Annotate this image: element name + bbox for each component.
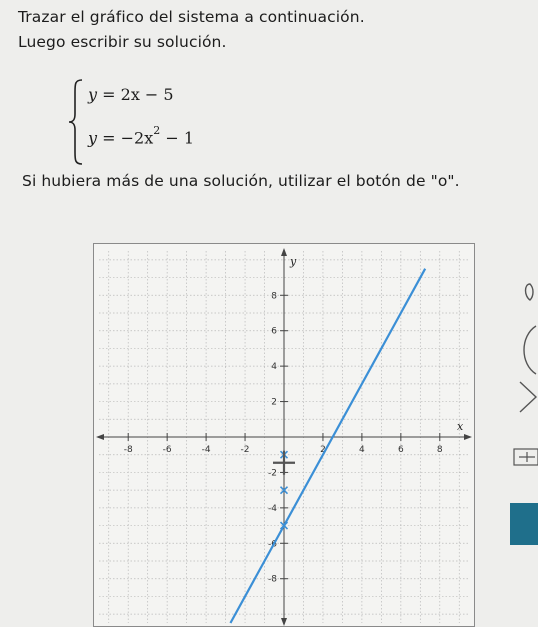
y-tick-label: 2 [271,398,277,408]
equation-1-lhs: y [88,85,98,104]
parabola-tool-icon[interactable] [508,322,538,378]
equation-2-lhs: y [88,128,98,148]
y-axis-label: y [289,255,297,268]
y-tick-label: -2 [268,468,277,478]
y-tick-label: -8 [268,575,277,585]
brace-icon [68,79,83,165]
point-tool-icon[interactable] [508,278,538,306]
instruction-line-3: Si hubiera más de una solución, utilizar… [22,172,460,190]
graph-area[interactable]: -8 -6 -4 -2 2 4 6 8 8 6 4 2 -2 -4 -6 -8 x y [93,243,475,627]
equation-system: y = 2x − 5 y = −2x2 − 1 [68,78,228,166]
instruction-line-1: Trazar el gráfico del sistema a continua… [18,8,365,26]
x-tick-label: -4 [202,445,211,455]
move-tool-icon[interactable] [510,447,538,467]
y-tick-label: 8 [271,291,277,301]
x-tick-label: 6 [398,445,404,455]
angle-tool-icon[interactable] [508,378,538,416]
x-tick-label: 4 [359,445,365,455]
x-tick-label: 8 [437,445,443,455]
y-tick-label: -4 [268,504,277,514]
equation-2-rhs-b: − 1 [160,128,195,148]
y-tick-label: 4 [271,362,277,372]
equation-1-rhs: = 2x − 5 [102,85,174,104]
equation-2-rhs-a: = −2x [102,128,154,148]
active-tool-button[interactable] [510,503,538,545]
equation-2-exponent: 2 [153,124,161,137]
instruction-line-2: Luego escribir su solución. [18,33,227,51]
coordinate-plane[interactable]: -8 -6 -4 -2 2 4 6 88642-2-4-6-8xy [93,243,475,627]
x-tick-label: -8 [124,445,133,455]
equation-2: y = −2x2 − 1 [88,124,195,148]
equation-1: y = 2x − 5 [88,85,174,104]
x-tick-label: -6 [163,445,172,455]
y-tick-label: 6 [271,327,277,337]
x-tick-label: -2 [241,445,250,455]
x-axis-label: x [457,420,464,433]
